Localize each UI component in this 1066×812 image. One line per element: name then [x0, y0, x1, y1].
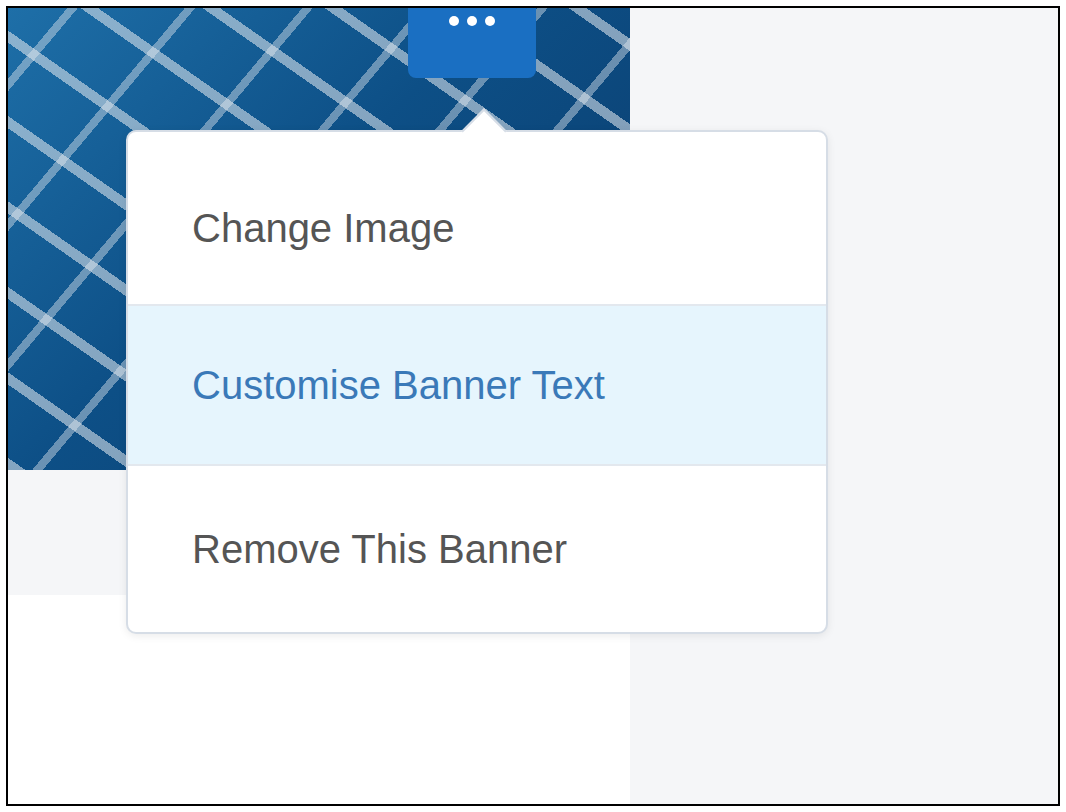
dot-icon: [485, 16, 495, 26]
dot-icon: [449, 16, 459, 26]
screenshot-frame: Change ImageCustomise Banner TextRemove …: [6, 6, 1060, 806]
menu-item[interactable]: Change Image: [128, 132, 826, 306]
more-options-button[interactable]: [408, 6, 536, 78]
menu-item[interactable]: Customise Banner Text: [128, 306, 826, 466]
banner-menu: Change ImageCustomise Banner TextRemove …: [126, 130, 828, 634]
page: Change ImageCustomise Banner TextRemove …: [0, 0, 1066, 812]
dot-icon: [467, 16, 477, 26]
menu-item[interactable]: Remove This Banner: [128, 466, 826, 632]
